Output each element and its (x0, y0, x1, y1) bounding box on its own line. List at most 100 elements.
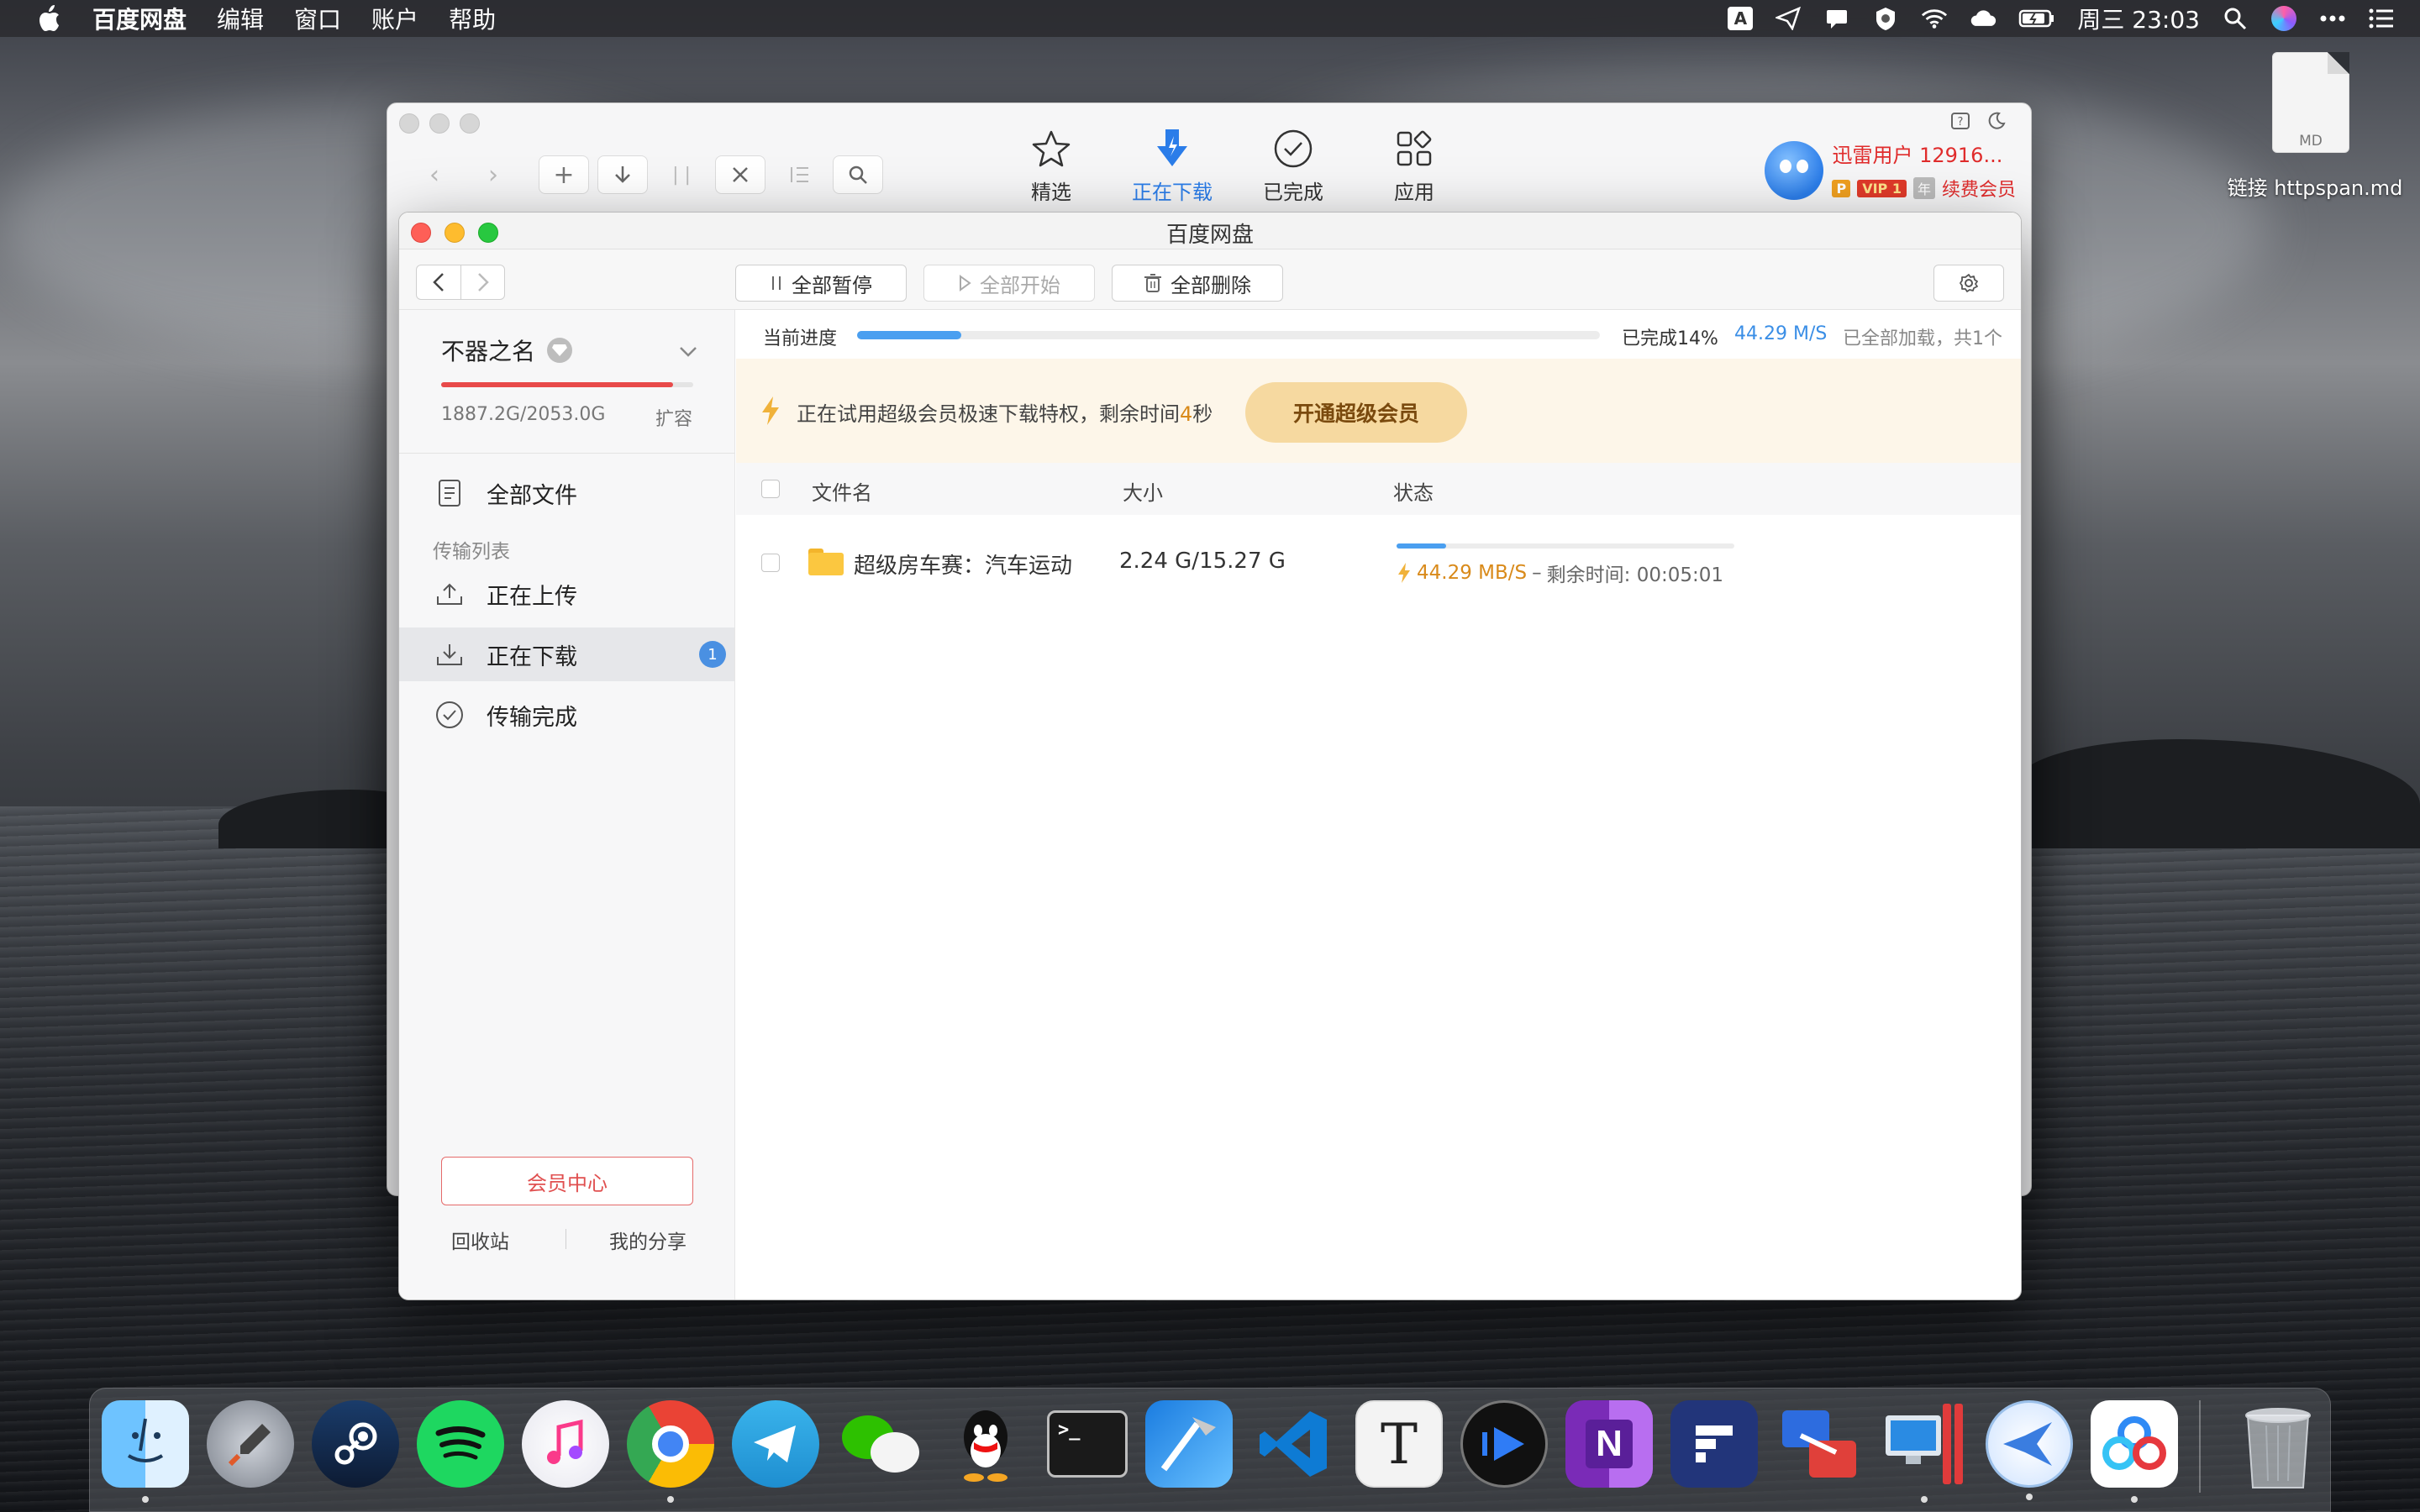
dark-mode-icon[interactable] (1987, 112, 2006, 137)
baidu-netdisk-window[interactable]: 百度网盘 全部暂停 全部开始 全部删除 不器之名 1887.2G/2053.0G… (398, 212, 2022, 1300)
select-all-checkbox[interactable] (761, 480, 780, 498)
promo-text-main: 正在试用超级会员极速下载特权，剩余时间 (797, 402, 1180, 426)
desktop-file-icon[interactable]: MD (2269, 52, 2353, 156)
sidebar-item-all-files[interactable]: 全部文件 (399, 466, 734, 520)
column-header-name[interactable]: 文件名 (812, 476, 872, 506)
trial-promo-banner: 正在试用超级会员极速下载特权，剩余时间4秒 开通超级会员 (736, 359, 2021, 463)
my-share-link[interactable]: 我的分享 (609, 1226, 687, 1254)
menu-edit[interactable]: 编辑 (217, 2, 264, 35)
menu-account[interactable]: 账户 (371, 2, 418, 35)
siri-icon[interactable] (2270, 5, 2297, 32)
dock-teamviewer-icon[interactable] (1776, 1400, 1863, 1488)
main-content: 当前进度 已完成14% 44.29 M/S 已全部加载，共1个 正在试用超级会员… (736, 310, 2021, 1299)
progress-total-text: 已全部加载，共1个 (1843, 328, 2002, 349)
dock-wps-icon[interactable] (1670, 1400, 1758, 1488)
thunder-minimize-button[interactable] (429, 113, 450, 134)
forward-button[interactable] (460, 265, 504, 299)
thunder-forward-button[interactable]: › (468, 155, 518, 194)
sidebar-item-downloading[interactable]: 正在下载 1 (399, 627, 734, 681)
table-row[interactable]: 超级房车赛：汽车运动 2.24 G/15.27 G 44.29 MB/S – 剩… (736, 515, 2021, 611)
column-header-size[interactable]: 大小 (1123, 476, 1163, 506)
dock-terminal-icon[interactable]: >_ (1047, 1410, 1128, 1478)
notification-icon[interactable] (1823, 5, 1850, 32)
year-badge: 年 (1912, 177, 1935, 199)
open-super-vip-button[interactable]: 开通超级会员 (1245, 382, 1467, 443)
dock-finder-icon[interactable] (102, 1400, 189, 1503)
delete-all-button[interactable]: 全部删除 (1112, 265, 1283, 302)
dock-trash-icon[interactable] (2238, 1404, 2318, 1491)
thunder-back-button[interactable]: ‹ (409, 155, 460, 194)
thunder-tab-completed[interactable]: 已完成 (1251, 127, 1335, 205)
renew-membership-link[interactable]: 续费会员 (1942, 175, 2016, 202)
pause-all-button[interactable]: 全部暂停 (735, 265, 907, 302)
column-header-status: 状态 (1393, 481, 1434, 505)
thunder-avatar[interactable] (1765, 140, 1824, 200)
expand-quota-link[interactable]: 扩容 (655, 404, 692, 431)
sidebar-item-all-files-label: 全部文件 (487, 482, 577, 509)
input-method-icon[interactable]: A (1728, 7, 1754, 30)
wifi-icon[interactable] (1921, 5, 1948, 32)
dock-feiq-icon[interactable] (1986, 1400, 2073, 1500)
dock-xcode-icon[interactable] (1145, 1400, 1233, 1488)
thunder-sort-icon[interactable] (774, 155, 824, 194)
more-icon[interactable] (2319, 5, 2346, 32)
dock-onenote-icon[interactable]: N (1565, 1400, 1653, 1488)
help-icon[interactable]: ? (1950, 112, 1970, 137)
thunder-tab-featured[interactable]: 精选 (1009, 127, 1093, 205)
desktop-file-label[interactable]: 链接 httpspan.md (2210, 171, 2420, 201)
check-circle-icon (434, 700, 465, 730)
shield-icon[interactable] (1872, 5, 1899, 32)
menubar-clock[interactable]: 周三 23:03 (2077, 2, 2200, 35)
thunder-zoom-button[interactable] (460, 113, 480, 134)
cloud-icon[interactable] (1970, 5, 1996, 32)
thunder-delete-button[interactable] (715, 155, 765, 194)
account-name[interactable]: 不器之名 (441, 333, 573, 367)
thunder-search-button[interactable] (833, 155, 883, 194)
dock-vscode-icon[interactable] (1250, 1400, 1338, 1488)
dock-chrome-icon[interactable] (627, 1400, 714, 1503)
dock-baidu-netdisk-icon[interactable] (2091, 1400, 2178, 1503)
thunder-tab-completed-label: 已完成 (1263, 181, 1323, 204)
recycle-bin-link[interactable]: 回收站 (451, 1226, 509, 1254)
upload-icon (434, 579, 465, 609)
onenote-glyph: N (1586, 1420, 1633, 1468)
back-button[interactable] (417, 265, 460, 299)
row-file-name: 超级房车赛：汽车运动 (854, 554, 1073, 579)
row-checkbox[interactable] (761, 554, 780, 572)
start-all-button[interactable]: 全部开始 (923, 265, 1095, 302)
menu-window[interactable]: 窗口 (294, 2, 341, 35)
dock-launchpad-icon[interactable] (207, 1400, 294, 1488)
dock-steam-icon[interactable] (312, 1400, 399, 1488)
thunder-close-button[interactable] (399, 113, 419, 134)
apple-menu-icon[interactable] (32, 2, 66, 35)
thunder-user-panel[interactable]: 迅雷用户 12916... P VIP 1 年 续费会员 (1765, 139, 2016, 202)
dock-parallels-icon[interactable] (1881, 1400, 1968, 1503)
dock-wechat-icon[interactable] (837, 1400, 924, 1488)
row-remaining-time: 剩余时间: 00:05:01 (1546, 564, 1723, 586)
notification-center-icon[interactable] (2368, 5, 2395, 32)
quota-bar (441, 382, 693, 387)
thunder-tab-apps[interactable]: 应用 (1372, 127, 1456, 205)
thunder-download-button[interactable] (597, 155, 648, 194)
settings-button[interactable] (1933, 265, 2004, 302)
menu-app-name[interactable]: 百度网盘 (92, 2, 187, 35)
dock-qq-icon[interactable] (942, 1400, 1029, 1488)
battery-icon[interactable] (2018, 5, 2055, 32)
dock-spotify-icon[interactable] (417, 1400, 504, 1488)
dock-infuse-icon[interactable] (1460, 1400, 1548, 1488)
dock-typora-icon[interactable]: T (1355, 1400, 1443, 1488)
chevron-down-icon[interactable] (679, 339, 697, 364)
folder-icon (808, 549, 844, 575)
thunder-tab-downloading[interactable]: 正在下载 (1130, 127, 1214, 205)
paper-plane-icon[interactable] (1775, 5, 1802, 32)
thunder-new-task-button[interactable]: + (539, 155, 589, 194)
dock-itunes-icon[interactable] (522, 1400, 609, 1488)
thunder-pause-button[interactable]: | | (656, 155, 707, 194)
vip-center-button[interactable]: 会员中心 (441, 1157, 693, 1205)
menu-help[interactable]: 帮助 (449, 2, 496, 35)
sidebar-item-completed[interactable]: 传输完成 (399, 688, 734, 742)
sidebar-item-uploading[interactable]: 正在上传 (399, 567, 734, 621)
spotlight-search-icon[interactable] (2222, 5, 2249, 32)
dock-telegram-icon[interactable] (732, 1400, 819, 1488)
thunder-user-name[interactable]: 迅雷用户 12916... (1832, 139, 2016, 168)
